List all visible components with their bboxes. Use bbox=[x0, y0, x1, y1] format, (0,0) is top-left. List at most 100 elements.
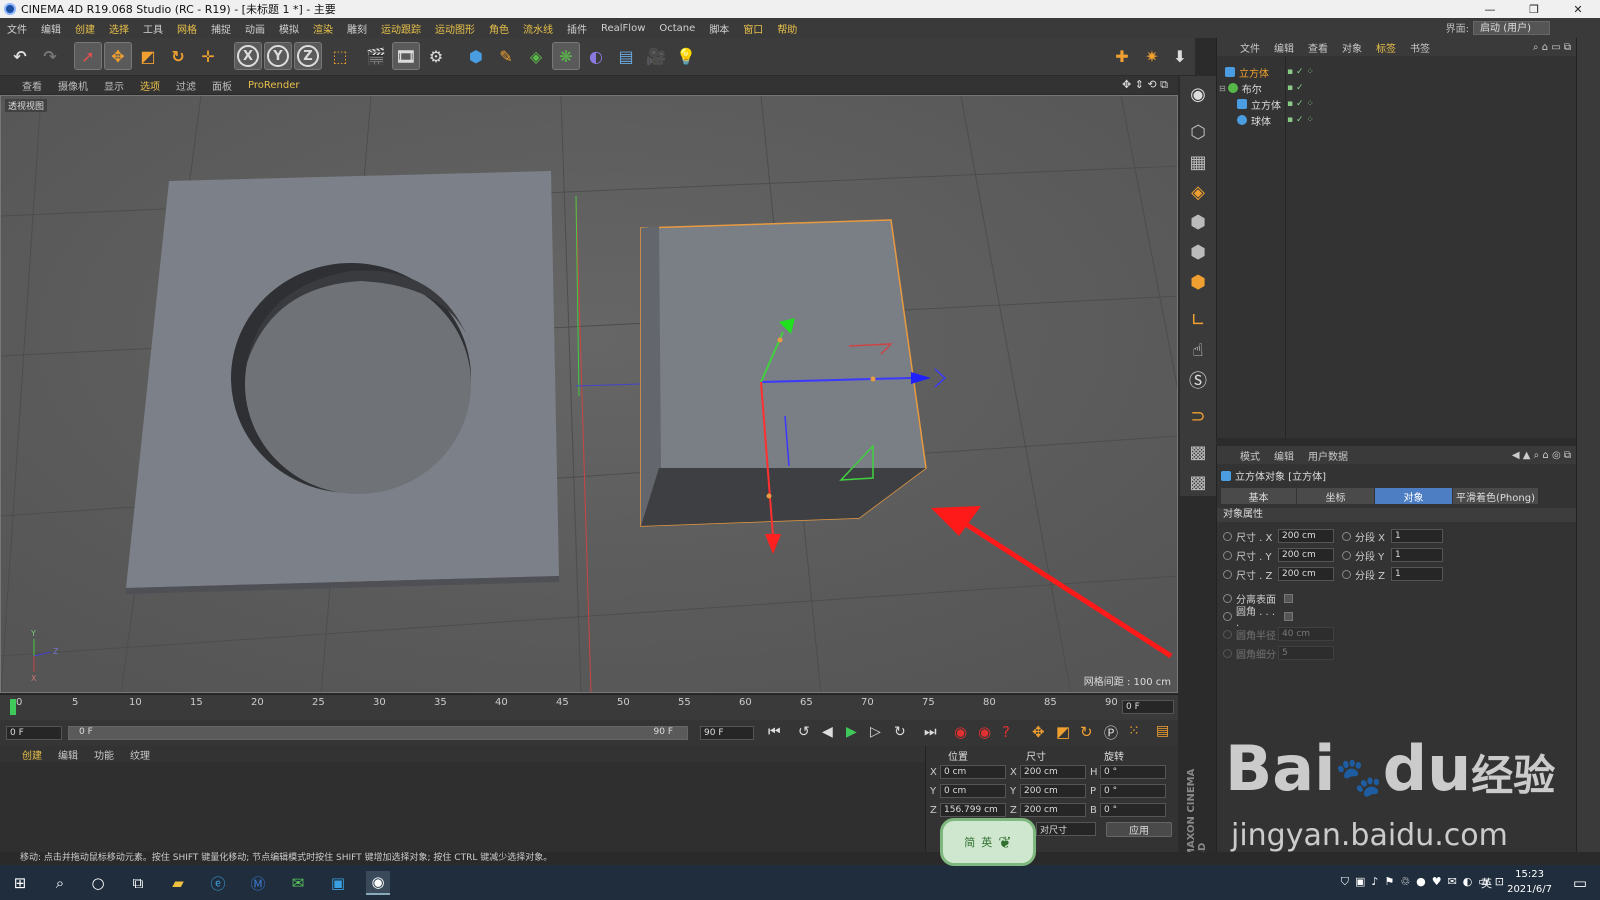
axis-x-toggle[interactable]: X bbox=[234, 42, 262, 70]
notification-icon[interactable]: ▭ bbox=[1568, 871, 1592, 895]
menu-select[interactable]: 选择 bbox=[102, 21, 136, 36]
am-menu-userdata[interactable]: 用户数据 bbox=[1301, 448, 1355, 463]
visibility-check-icon[interactable]: ▪ ✓ ⁘ bbox=[1287, 99, 1314, 109]
goto-start-icon[interactable]: ⏮ bbox=[768, 724, 781, 740]
prev-key-icon[interactable]: ↺ bbox=[798, 724, 810, 740]
segments-y-field[interactable]: 1 bbox=[1391, 548, 1443, 562]
menu-realflow[interactable]: RealFlow bbox=[594, 23, 652, 34]
edge-browser-icon[interactable]: ⓔ bbox=[206, 871, 230, 895]
current-frame-field[interactable]: 0 F bbox=[1122, 700, 1174, 714]
search-icon[interactable]: ⌕ bbox=[48, 871, 72, 895]
maximize-button[interactable]: ❐ bbox=[1512, 0, 1556, 18]
menu-help[interactable]: 帮助 bbox=[770, 21, 804, 36]
next-frame-icon[interactable]: ▷ bbox=[870, 724, 881, 740]
point-mode-icon[interactable]: ⬢ bbox=[1184, 208, 1212, 236]
radio-icon[interactable] bbox=[1223, 648, 1232, 658]
axis-z-toggle[interactable]: Z bbox=[294, 42, 322, 70]
separate-surfaces-checkbox[interactable] bbox=[1284, 593, 1293, 603]
viewport-menu-camera[interactable]: 摄像机 bbox=[50, 78, 96, 93]
menu-window[interactable]: 窗口 bbox=[736, 21, 770, 36]
cube-primitive-icon[interactable]: ⬢ bbox=[462, 42, 490, 70]
rotate-tool-icon[interactable]: ↻ bbox=[164, 42, 192, 70]
menu-tools[interactable]: 工具 bbox=[136, 21, 170, 36]
select-pointer-icon[interactable]: ➚ bbox=[74, 42, 102, 70]
position-x-field[interactable]: 0 cm bbox=[940, 765, 1006, 779]
menu-file[interactable]: 文件 bbox=[0, 21, 34, 36]
radio-icon[interactable] bbox=[1223, 629, 1232, 639]
ime-floating-toolbar[interactable]: 简 英 ❦ bbox=[940, 818, 1036, 866]
render-region-icon[interactable]: ◉ bbox=[1184, 80, 1212, 108]
tree-item-sphere[interactable]: 球体 ▪ ✓ ⁘ bbox=[1217, 112, 1577, 128]
radio-icon[interactable] bbox=[1342, 550, 1351, 560]
frame-range-slider[interactable]: 0 F 90 F bbox=[68, 726, 688, 740]
menu-octane[interactable]: Octane bbox=[652, 23, 702, 34]
camera-icon[interactable]: 🎥 bbox=[642, 42, 670, 70]
snap-icon[interactable]: ✷ bbox=[1138, 42, 1166, 70]
viewport-menu-prorender[interactable]: ProRender bbox=[240, 80, 307, 91]
deformer-icon[interactable]: ◐ bbox=[582, 42, 610, 70]
rotation-b-field[interactable]: 0 ° bbox=[1100, 803, 1166, 817]
apply-button[interactable]: 应用 bbox=[1106, 822, 1172, 837]
viewport-nav-icons[interactable]: ✥ ⇕ ⟲ ⧉ bbox=[1122, 78, 1168, 92]
size-x-coord-field[interactable]: 200 cm bbox=[1020, 765, 1086, 779]
pen-spline-icon[interactable]: ✎ bbox=[492, 42, 520, 70]
size-mode-select[interactable]: 对尺寸 bbox=[1036, 822, 1096, 836]
radio-icon[interactable] bbox=[1342, 531, 1351, 541]
am-menu-edit[interactable]: 编辑 bbox=[1267, 448, 1301, 463]
fillet-radius-field[interactable]: 40 cm bbox=[1278, 627, 1334, 641]
menu-animate[interactable]: 动画 bbox=[238, 21, 272, 36]
windows-start-icon[interactable]: ⊞ bbox=[8, 871, 32, 895]
cortana-icon[interactable]: ○ bbox=[86, 871, 110, 895]
goto-end-icon[interactable]: ⏭ bbox=[924, 724, 937, 740]
ime-indicator[interactable]: 英 bbox=[1481, 875, 1492, 891]
radio-icon[interactable] bbox=[1223, 550, 1232, 560]
om-menu-view[interactable]: 查看 bbox=[1301, 40, 1335, 55]
tree-item-cube-child[interactable]: 立方体 ▪ ✓ ⁘ bbox=[1217, 96, 1577, 112]
snapping-s-icon[interactable]: Ⓢ bbox=[1184, 366, 1212, 394]
cloner-icon[interactable]: ❋ bbox=[552, 42, 580, 70]
rotation-p-field[interactable]: 0 ° bbox=[1100, 784, 1166, 798]
collapse-icon[interactable]: ⊟ bbox=[1219, 84, 1226, 93]
viewport-menu-options[interactable]: 选项 bbox=[132, 78, 168, 93]
menu-edit[interactable]: 编辑 bbox=[34, 21, 68, 36]
menu-pipeline[interactable]: 流水线 bbox=[516, 21, 560, 36]
close-button[interactable]: ✕ bbox=[1556, 0, 1600, 18]
mat-menu-function[interactable]: 功能 bbox=[86, 747, 122, 762]
menu-character[interactable]: 角色 bbox=[482, 21, 516, 36]
tweak-mode-icon[interactable]: ☝ bbox=[1184, 336, 1212, 364]
tab-object[interactable]: 对象 bbox=[1375, 488, 1453, 504]
file-explorer-icon[interactable]: ▰ bbox=[166, 871, 190, 895]
radio-icon[interactable] bbox=[1223, 531, 1232, 541]
undo-icon[interactable]: ↶ bbox=[6, 42, 34, 70]
viewport-menu-filter[interactable]: 过滤 bbox=[168, 78, 204, 93]
tab-coords[interactable]: 坐标 bbox=[1297, 488, 1375, 504]
end-frame-field[interactable]: 90 F bbox=[700, 726, 754, 740]
cube-object[interactable] bbox=[640, 219, 927, 527]
subdivision-surface-icon[interactable]: ◈ bbox=[522, 42, 550, 70]
grid-workplane-icon[interactable]: ▩ bbox=[1184, 468, 1212, 496]
redo-icon[interactable]: ↷ bbox=[36, 42, 64, 70]
texture-mode-icon[interactable]: ▦ bbox=[1184, 148, 1212, 176]
menu-render[interactable]: 渲染 bbox=[306, 21, 340, 36]
menu-mograph[interactable]: 运动图形 bbox=[428, 21, 482, 36]
key-scale-icon[interactable]: ◩ bbox=[1056, 723, 1070, 741]
position-y-field[interactable]: 0 cm bbox=[940, 784, 1006, 798]
size-z-coord-field[interactable]: 200 cm bbox=[1020, 803, 1086, 817]
radio-icon[interactable] bbox=[1223, 593, 1232, 603]
om-menu-object[interactable]: 对象 bbox=[1335, 40, 1369, 55]
viewport-menu-panel[interactable]: 面板 bbox=[204, 78, 240, 93]
cinema4d-taskbar-icon[interactable]: ◉ bbox=[366, 871, 390, 895]
radio-icon[interactable] bbox=[1342, 569, 1351, 579]
om-menu-edit[interactable]: 编辑 bbox=[1267, 40, 1301, 55]
tab-basic[interactable]: 基本 bbox=[1221, 488, 1297, 504]
timeline-window-icon[interactable]: ▤ bbox=[1156, 723, 1169, 739]
size-z-field[interactable]: 200 cm bbox=[1278, 567, 1334, 581]
menu-motion-tracking[interactable]: 运动跟踪 bbox=[374, 21, 428, 36]
menu-simulate[interactable]: 模拟 bbox=[272, 21, 306, 36]
system-clock[interactable]: 15:23 2021/6/7 bbox=[1507, 867, 1552, 897]
loop-icon[interactable]: ↻ bbox=[894, 724, 906, 740]
polygon-mode-icon[interactable]: ⬢ bbox=[1184, 268, 1212, 296]
axis-y-toggle[interactable]: Y bbox=[264, 42, 292, 70]
boolean-plate-object[interactable] bbox=[126, 171, 559, 594]
menu-create[interactable]: 创建 bbox=[68, 21, 102, 36]
